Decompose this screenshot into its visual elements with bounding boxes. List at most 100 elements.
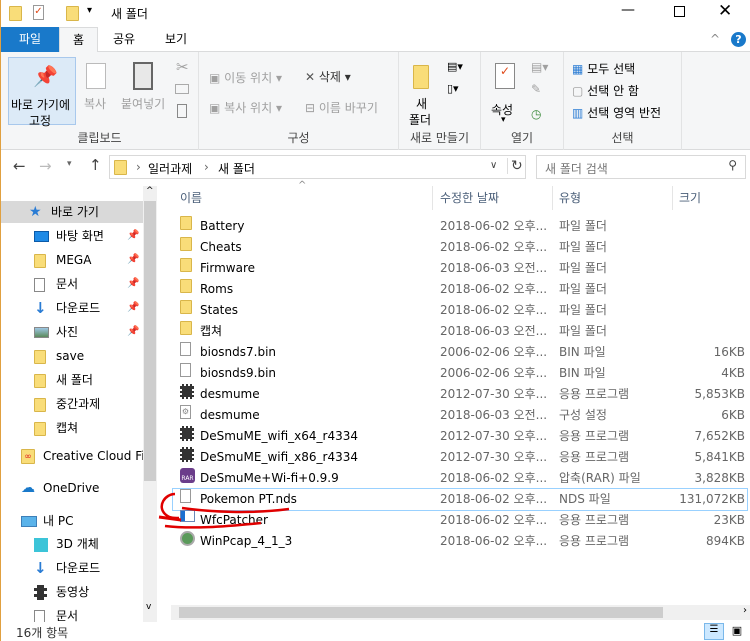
red-annotation (158, 492, 290, 529)
maximize-button[interactable] (674, 6, 685, 17)
file-row[interactable]: desmume 2012-07-30 오후... 응용 프로그램 5,853KB (173, 384, 747, 405)
large-icons-view-button[interactable]: ▣ (728, 624, 746, 639)
new-item-icon[interactable]: ▤▾ (447, 60, 463, 73)
column-header-name[interactable]: 이름 (173, 186, 433, 210)
scroll-up-icon[interactable]: ^ (146, 186, 154, 196)
recent-dropdown-icon[interactable]: ▾ (67, 159, 72, 169)
new-folder-label: 새 (416, 97, 428, 111)
collapse-ribbon-icon[interactable]: ^ (710, 32, 720, 46)
back-button[interactable]: ← (13, 157, 26, 175)
tab-share[interactable]: 공유 (101, 27, 147, 52)
nav-item[interactable]: 중간과제 (1, 393, 143, 415)
select-none-label: 선택 안 함 (587, 84, 639, 98)
nav-item[interactable]: ↓ 다운로드 📌 (1, 297, 143, 319)
forward-button[interactable]: → (39, 157, 52, 175)
new-folder-quick-icon[interactable] (66, 6, 79, 21)
file-row[interactable]: Firmware 2018-06-03 오전... 파일 폴더 (173, 258, 747, 279)
nav-scrollbar[interactable]: ^ v (143, 186, 157, 622)
paste-shortcut-icon[interactable] (177, 104, 187, 118)
breadcrumb-item[interactable]: 새 폴더 (218, 160, 255, 177)
new-folder-button[interactable]: 새 폴더 (405, 57, 437, 127)
file-type: 파일 폴더 (559, 219, 607, 233)
select-all-button[interactable]: ▦ 모두 선택 (572, 60, 635, 77)
close-button[interactable]: ✕ (718, 1, 732, 21)
refresh-icon[interactable]: ↻ (507, 158, 523, 174)
search-icon: ⚲ (728, 158, 737, 172)
details-view-button[interactable]: ☰ (704, 623, 724, 640)
minimize-button[interactable]: — (621, 2, 635, 18)
edit-icon[interactable]: ✎ (531, 82, 541, 96)
file-name: Cheats (200, 240, 242, 254)
nav-item[interactable]: ☁ OneDrive (1, 477, 143, 499)
history-icon[interactable]: ◷ (531, 107, 541, 121)
file-row[interactable]: DeSmuME_wifi_x64_r4334 2012-07-30 오후... 응용… (173, 426, 747, 447)
customize-toolbar-icon[interactable]: ▾ (87, 5, 92, 16)
file-type: BIN 파일 (559, 345, 606, 359)
nav-item[interactable]: MEGA 📌 (1, 249, 143, 271)
column-header-type[interactable]: 유형 (553, 186, 673, 210)
rename-button[interactable]: ⊟ 이름 바꾸기 (305, 99, 378, 116)
file-date: 2018-06-02 오후... (440, 513, 548, 527)
nav-item[interactable]: save (1, 345, 143, 367)
scroll-down-icon[interactable]: v (146, 602, 151, 612)
easy-access-icon[interactable]: ▯▾ (447, 82, 459, 95)
nav-item[interactable]: ↓ 다운로드 (1, 557, 143, 579)
scroll-right-icon[interactable]: › (743, 605, 747, 616)
paste-button[interactable]: 붙여넣기 (119, 57, 169, 125)
invert-selection-button[interactable]: ▥ 선택 영역 반전 (572, 104, 661, 121)
file-name: States (200, 303, 239, 317)
breadcrumb-item[interactable]: 일러과제 (148, 160, 192, 177)
nav-item[interactable]: 문서 (1, 605, 143, 622)
delete-button[interactable]: ✕ 삭제 ▾ (305, 68, 351, 85)
help-icon[interactable]: ? (731, 32, 746, 47)
copy-button[interactable]: 복사 (81, 57, 115, 125)
nav-item[interactable]: 문서 📌 (1, 273, 143, 295)
move-to-button[interactable]: ▣ 이동 위치 ▾ (209, 69, 282, 86)
cut-icon[interactable]: ✂ (176, 58, 189, 76)
scrollbar-thumb[interactable] (144, 201, 156, 481)
file-row[interactable]: 캡쳐 2018-06-03 오전... 파일 폴더 (173, 321, 747, 342)
nav-item[interactable]: 새 폴더 (1, 369, 143, 391)
address-bar[interactable]: › 일러과제 › 새 폴더 ∨ ↻ (109, 155, 526, 179)
nav-item[interactable]: 3D 개체 (1, 533, 143, 555)
pin-icon: 📌 (127, 326, 140, 337)
copy-to-button[interactable]: ▣ 복사 위치 ▾ (209, 99, 282, 116)
file-row[interactable]: Cheats 2018-06-02 오후... 파일 폴더 (173, 237, 747, 258)
open-icon[interactable]: ▤▾ (531, 60, 548, 74)
column-header-date[interactable]: 수정한 날짜 (434, 186, 553, 210)
nav-item-label: 새 폴더 (56, 373, 93, 387)
file-row[interactable]: Roms 2018-06-02 오후... 파일 폴더 (173, 279, 747, 300)
address-dropdown-icon[interactable]: ∨ (490, 160, 497, 171)
file-row[interactable]: DeSmuME_wifi_x86_r4334 2012-07-30 오후... 응용… (173, 447, 747, 468)
pin-quick-access-button[interactable]: 📌 바로 가기에 고정 (8, 57, 76, 128)
search-input[interactable]: 새 폴더 검색 ⚲ (536, 155, 746, 179)
nav-item[interactable]: 캡쳐 (1, 417, 143, 439)
properties-button[interactable]: ✓ 속성 ▾ (487, 57, 523, 125)
nav-item[interactable]: 내 PC (1, 510, 143, 532)
tab-home[interactable]: 홈 (59, 27, 98, 53)
file-row[interactable]: biosnds9.bin 2006-02-06 오후... BIN 파일 4KB (173, 363, 747, 384)
nav-item[interactable]: 사진 📌 (1, 321, 143, 343)
nav-item[interactable]: ∞ Creative Cloud Fil (1, 445, 143, 467)
window-title: 새 폴더 (111, 7, 148, 21)
properties-quick-icon[interactable]: ✓ (33, 5, 44, 20)
file-row[interactable]: Battery 2018-06-02 오후... 파일 폴더 (173, 216, 747, 237)
file-row[interactable]: ⚙ desmume 2018-06-03 오전... 구성 설정 6KB (173, 405, 747, 426)
up-button[interactable]: ↑ (89, 156, 102, 174)
column-header-size[interactable]: 크기 (673, 186, 747, 210)
copy-path-icon[interactable] (175, 84, 189, 94)
file-row[interactable]: biosnds7.bin 2006-02-06 오후... BIN 파일 16KB (173, 342, 747, 363)
file-date: 2018-06-02 오후... (440, 492, 548, 506)
nav-item[interactable]: ★ 바로 가기 (1, 201, 143, 223)
select-none-button[interactable]: ▢ 선택 안 함 (572, 82, 639, 99)
nav-item[interactable]: 바탕 화면 📌 (1, 225, 143, 247)
onedrive-icon: ☁ (21, 480, 35, 496)
tab-view[interactable]: 보기 (151, 27, 201, 52)
tab-file[interactable]: 파일 (1, 27, 59, 52)
scrollbar-thumb[interactable] (179, 607, 663, 618)
nav-item[interactable]: 동영상 (1, 581, 143, 603)
horizontal-scrollbar[interactable]: › (171, 605, 750, 620)
file-row[interactable]: States 2018-06-02 오후... 파일 폴더 (173, 300, 747, 321)
file-date: 2018-06-02 오후... (440, 471, 548, 485)
file-size: 131,072KB (679, 492, 745, 506)
